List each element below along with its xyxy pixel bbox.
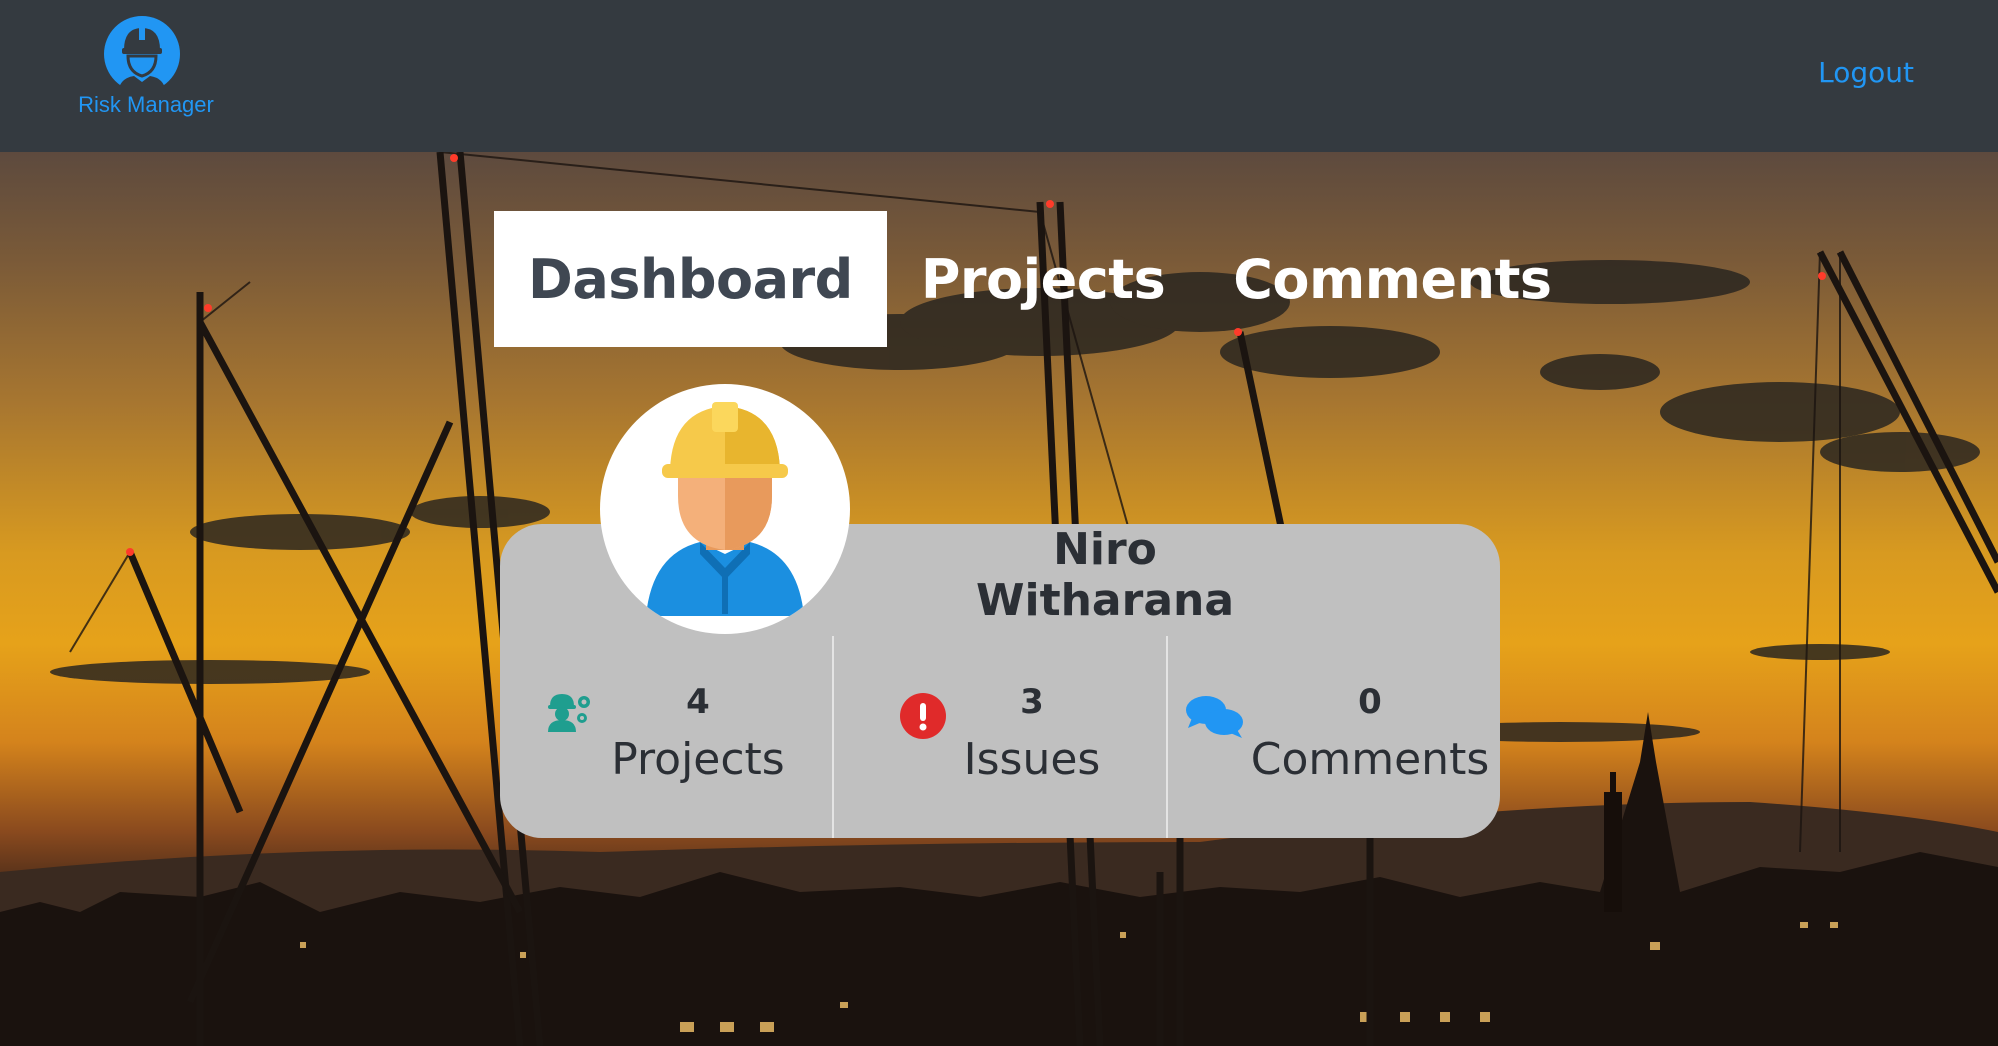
tab-dashboard[interactable]: Dashboard [494,211,887,347]
stat-comments-label: Comments [1250,734,1490,785]
tab-projects[interactable]: Projects [887,211,1199,347]
stat-comments-count: 0 [1358,682,1382,722]
worker-helmet-logo-icon [104,16,180,92]
stat-projects-label: Projects [611,734,785,785]
logout-link[interactable]: Logout [1818,56,1914,89]
top-navbar: Risk Manager Logout [0,0,1998,152]
tab-comments[interactable]: Comments [1199,211,1585,347]
brand-link[interactable]: Risk Manager [72,14,220,126]
stat-projects-count: 4 [686,682,710,722]
stat-issues-count: 3 [1020,682,1044,722]
worker-gears-icon [548,694,590,732]
comments-icon [1186,696,1243,738]
avatar [600,384,850,634]
stat-comments[interactable]: 0 Comments [1168,636,1500,838]
stat-issues-label: Issues [963,734,1101,785]
main-tabs: Dashboard Projects Comments [494,211,1586,347]
stat-issues[interactable]: 3 Issues [834,636,1166,838]
user-name: Niro Witharana [975,524,1235,626]
brand-name: Risk Manager [78,92,214,117]
stat-projects[interactable]: 4 Projects [500,636,832,838]
construction-worker-avatar-icon [646,402,804,616]
